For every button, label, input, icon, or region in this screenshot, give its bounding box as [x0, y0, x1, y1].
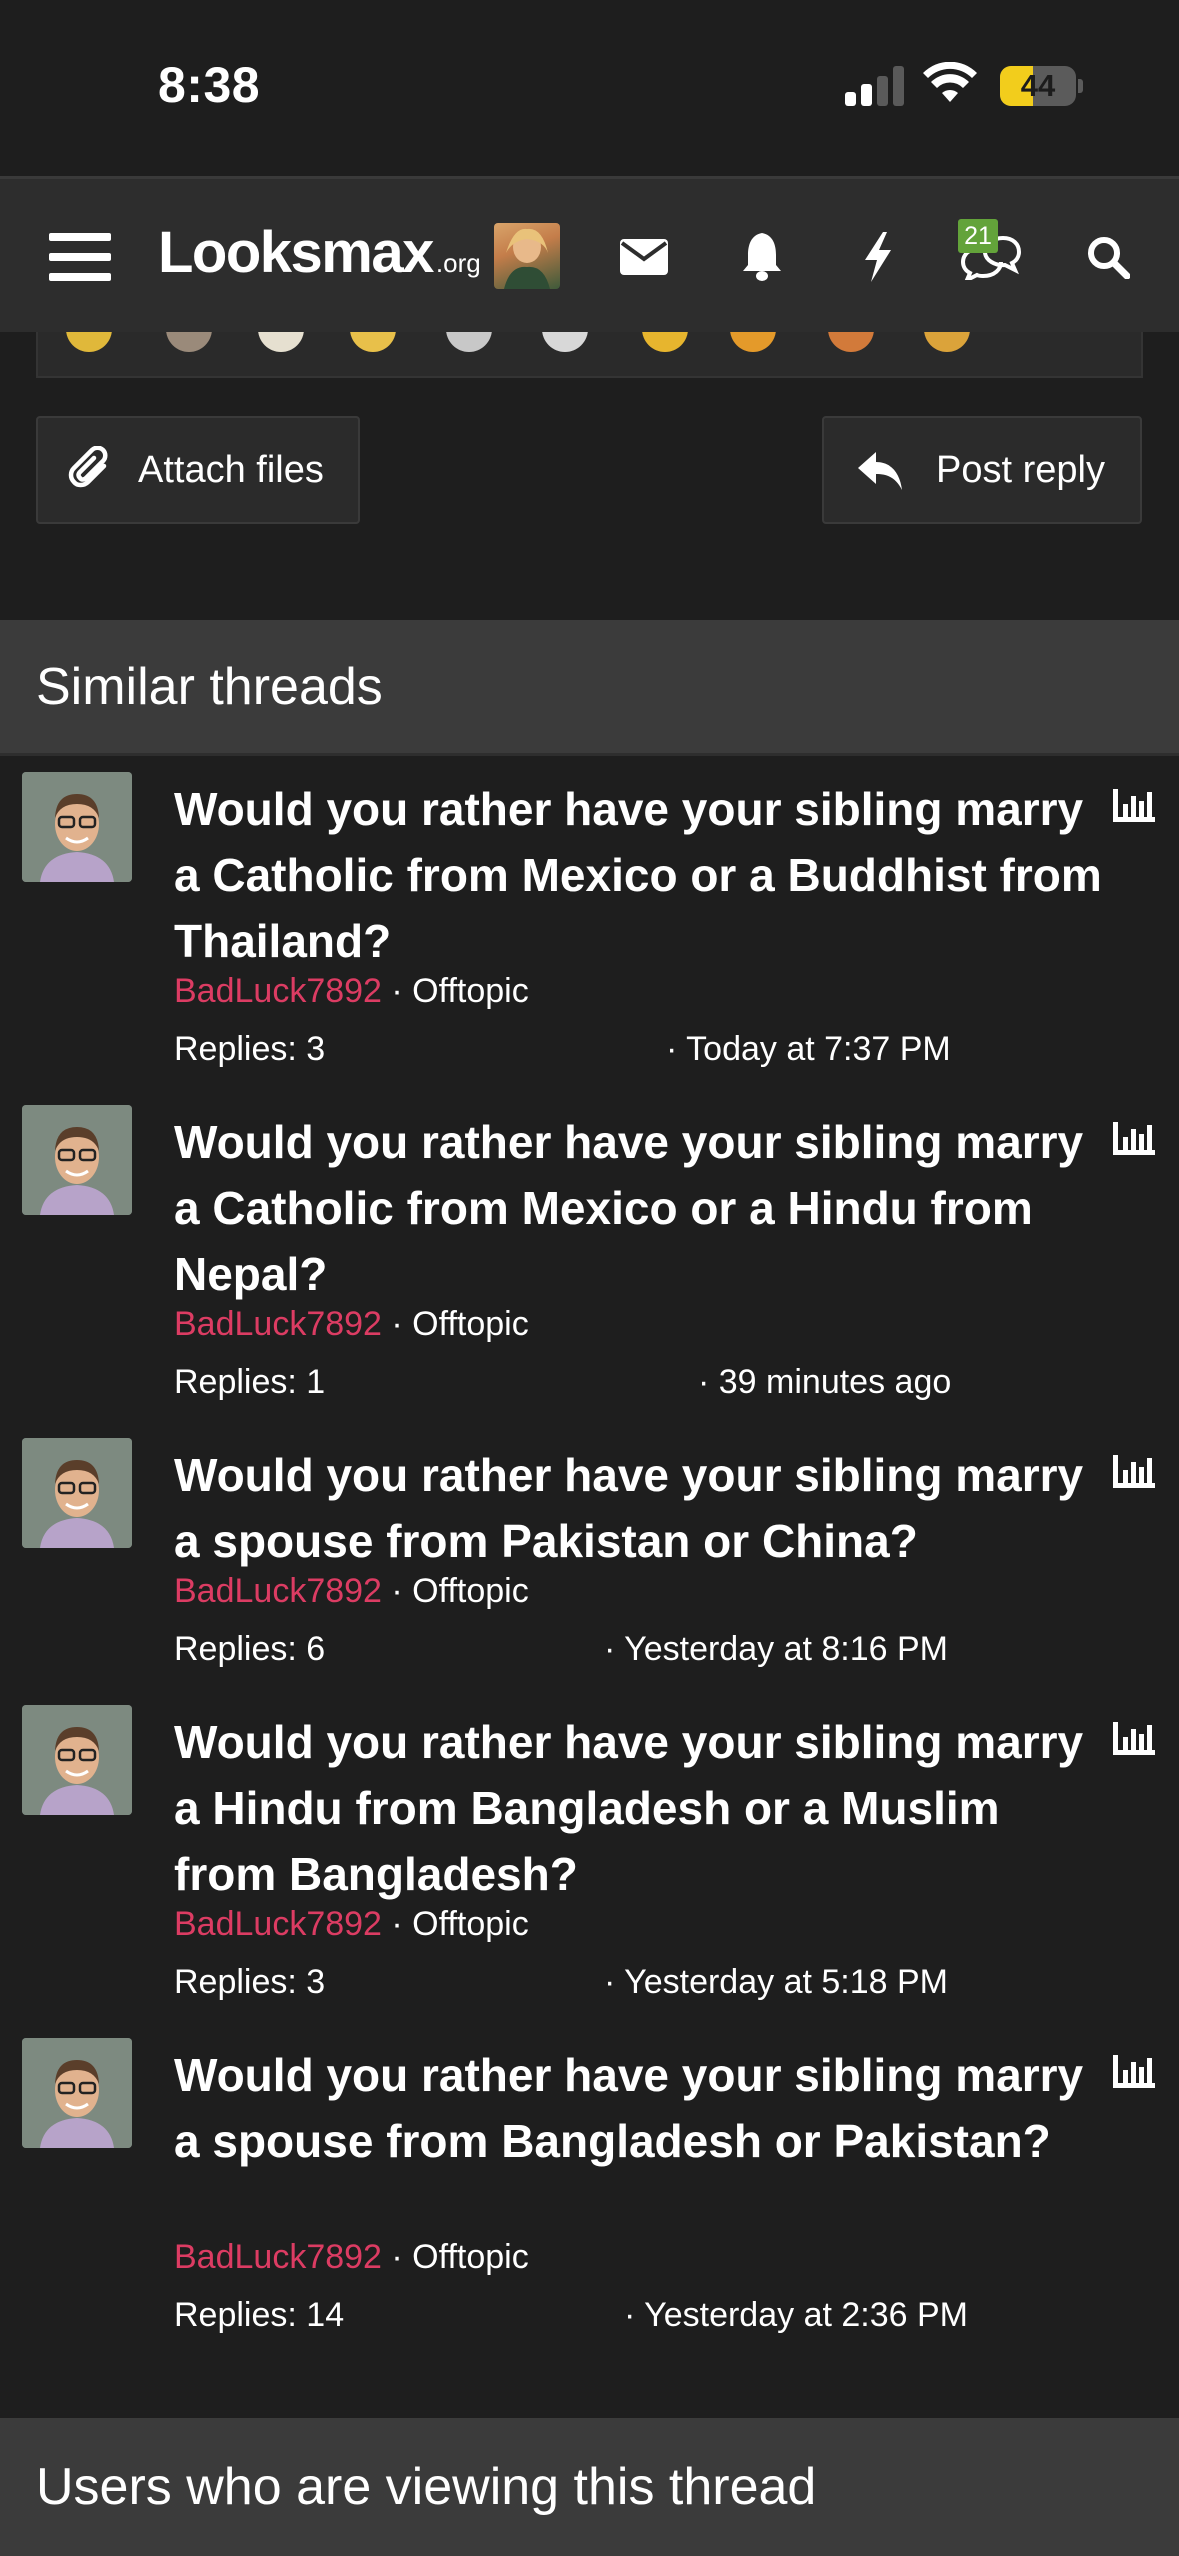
- thread-forum[interactable]: · Offtopic: [391, 972, 528, 1010]
- thread-meta: BadLuck7892 · Offtopic: [174, 972, 529, 1011]
- emoji-icon[interactable]: [642, 332, 688, 352]
- thread-replies: Replies: 1: [174, 1363, 326, 1401]
- inbox-icon[interactable]: [614, 179, 674, 335]
- conversations-icon[interactable]: [956, 179, 1026, 335]
- thread-title[interactable]: Would you rather have your sibling marry…: [174, 1109, 1104, 1307]
- thread-date: · 39 minutes ago: [698, 1363, 952, 1401]
- emoji-icon[interactable]: [166, 332, 212, 352]
- thread-meta: BadLuck7892 · Offtopic: [174, 1305, 529, 1344]
- thread-stats: Replies: 3 · Today at 7:37 PM: [174, 1030, 974, 1069]
- thread-forum[interactable]: · Offtopic: [391, 1572, 528, 1610]
- emoji-icon[interactable]: [828, 332, 874, 352]
- page: 8:38 44 Looksmax .org 21 Attach files Po…: [0, 0, 1179, 2556]
- avatar[interactable]: [22, 1705, 132, 1815]
- viewers-heading: Users who are viewing this thread: [0, 2418, 1179, 2556]
- stats-icon[interactable]: [1112, 1121, 1156, 1157]
- avatar[interactable]: [22, 772, 132, 882]
- list-item[interactable]: Would you rather have your sibling marry…: [0, 1426, 1179, 1682]
- thread-author[interactable]: BadLuck7892: [174, 1572, 382, 1610]
- status-time: 8:38: [158, 57, 261, 113]
- thread-title[interactable]: Would you rather have your sibling marry…: [174, 1442, 1104, 1574]
- thread-author[interactable]: BadLuck7892: [174, 972, 382, 1010]
- post-reply-button[interactable]: Post reply: [822, 416, 1142, 524]
- site-logo[interactable]: Looksmax .org: [158, 219, 481, 289]
- emoji-icon[interactable]: [350, 332, 396, 352]
- top-navbar: Looksmax .org 21: [0, 176, 1179, 332]
- thread-author[interactable]: BadLuck7892: [174, 1905, 382, 1943]
- viewers-title: Users who are viewing this thread: [36, 2458, 817, 2516]
- avatar[interactable]: [22, 2038, 132, 2148]
- thread-author[interactable]: BadLuck7892: [174, 2238, 382, 2276]
- list-item[interactable]: Would you rather have your sibling marry…: [0, 1693, 1179, 2013]
- status-bar: 8:38 44: [0, 0, 1179, 176]
- emoji-icon[interactable]: [258, 332, 304, 352]
- thread-title[interactable]: Would you rather have your sibling marry…: [174, 776, 1104, 974]
- similar-threads-heading: Similar threads: [0, 620, 1179, 756]
- thread-replies: Replies: 6: [174, 1630, 326, 1668]
- stats-icon[interactable]: [1112, 1721, 1156, 1757]
- emoji-icon[interactable]: [542, 332, 588, 352]
- stats-icon[interactable]: [1112, 1454, 1156, 1490]
- list-item[interactable]: Would you rather have your sibling marry…: [0, 760, 1179, 1080]
- thread-meta: BadLuck7892 · Offtopic: [174, 1572, 529, 1611]
- conversations-badge: 21: [958, 219, 998, 253]
- logo-text: Looksmax: [158, 220, 434, 285]
- thread-date: · Yesterday at 5:18 PM: [604, 1963, 948, 2001]
- attach-files-label: Attach files: [138, 448, 324, 491]
- stats-icon[interactable]: [1112, 788, 1156, 824]
- emoji-icon[interactable]: [446, 332, 492, 352]
- thread-date: · Yesterday at 8:16 PM: [604, 1630, 948, 1668]
- thread-stats: Replies: 6 · Yesterday at 8:16 PM: [174, 1630, 974, 1669]
- thread-forum[interactable]: · Offtopic: [391, 2238, 528, 2276]
- lightning-icon[interactable]: [848, 179, 908, 335]
- thread-title[interactable]: Would you rather have your sibling marry…: [174, 2042, 1104, 2174]
- emoji-icon[interactable]: [730, 332, 776, 352]
- emoji-icon[interactable]: [924, 332, 970, 352]
- post-reply-label: Post reply: [936, 448, 1105, 491]
- thread-meta: BadLuck7892 · Offtopic: [174, 2238, 529, 2277]
- thread-meta: BadLuck7892 · Offtopic: [174, 1905, 529, 1944]
- thread-forum[interactable]: · Offtopic: [391, 1905, 528, 1943]
- thread-stats: Replies: 1 · 39 minutes ago: [174, 1363, 974, 1402]
- thread-stats: Replies: 14 · Yesterday at 2:36 PM: [174, 2296, 974, 2335]
- thread-replies: Replies: 14: [174, 2296, 345, 2334]
- paperclip-icon: [68, 446, 116, 494]
- reply-icon: [856, 446, 904, 494]
- bell-icon[interactable]: [732, 179, 792, 335]
- thread-title[interactable]: Would you rather have your sibling marry…: [174, 1709, 1104, 1907]
- emoji-icon[interactable]: [66, 332, 112, 352]
- emoji-strip: [36, 332, 1143, 378]
- thread-date: · Today at 7:37 PM: [666, 1030, 951, 1068]
- logo-tld: .org: [435, 248, 481, 278]
- avatar[interactable]: [22, 1105, 132, 1215]
- search-icon[interactable]: [1078, 179, 1138, 335]
- attach-files-button[interactable]: Attach files: [36, 416, 360, 524]
- cellular-signal-icon: [845, 66, 905, 106]
- thread-author[interactable]: BadLuck7892: [174, 1305, 382, 1343]
- thread-forum[interactable]: · Offtopic: [391, 1305, 528, 1343]
- similar-threads-title: Similar threads: [36, 657, 383, 716]
- thread-stats: Replies: 3 · Yesterday at 5:18 PM: [174, 1963, 974, 2002]
- wifi-icon: [923, 62, 977, 102]
- list-item[interactable]: Would you rather have your sibling marry…: [0, 2026, 1179, 2346]
- stats-icon[interactable]: [1112, 2054, 1156, 2090]
- battery-level: 44: [1020, 68, 1056, 103]
- battery-icon: 44: [1000, 66, 1083, 106]
- menu-icon[interactable]: [40, 179, 120, 335]
- user-avatar[interactable]: [494, 223, 560, 289]
- thread-replies: Replies: 3: [174, 1030, 326, 1068]
- thread-replies: Replies: 3: [174, 1963, 326, 2001]
- thread-date: · Yesterday at 2:36 PM: [624, 2296, 968, 2334]
- list-item[interactable]: Would you rather have your sibling marry…: [0, 1093, 1179, 1413]
- avatar[interactable]: [22, 1438, 132, 1548]
